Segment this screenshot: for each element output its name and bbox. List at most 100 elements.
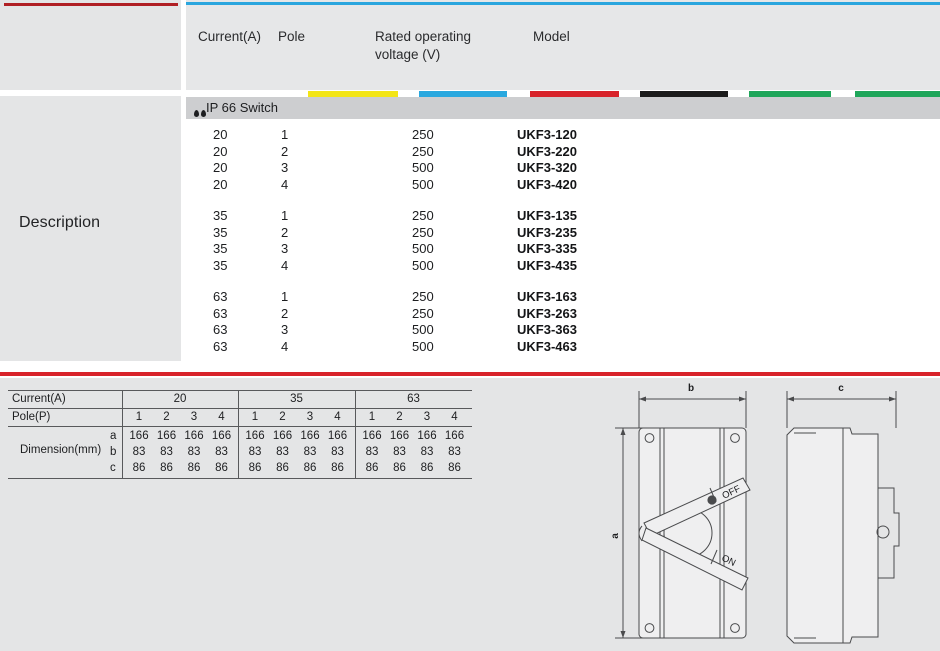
cell-model: UKF3-235 bbox=[517, 224, 577, 240]
dim-value-c-63-1: 86 bbox=[365, 462, 379, 474]
dim-value-a-35-1: 166 bbox=[245, 430, 265, 442]
dim-group-20: 20 bbox=[173, 393, 187, 405]
table-row: 35 1 250 UKF3-135 bbox=[0, 208, 940, 225]
cell-voltage: 500 bbox=[412, 241, 434, 256]
ip66-group-label: IP 66 Switch bbox=[206, 100, 279, 115]
dim-value-b-63-4: 83 bbox=[448, 446, 461, 458]
product-spec-page: Description Current(A) Pole Rated operat… bbox=[0, 0, 940, 651]
side-view-width-label: c bbox=[838, 383, 844, 394]
dim-value-a-35-4: 166 bbox=[327, 430, 348, 442]
cell-current: 63 bbox=[213, 289, 228, 304]
table-row: 63 1 250 UKF3-163 bbox=[0, 289, 940, 306]
cell-current: 63 bbox=[213, 338, 228, 354]
dim-group-63: 63 bbox=[407, 393, 420, 405]
dim-label-pole: Pole(P) bbox=[12, 411, 51, 423]
cell-pole: 4 bbox=[281, 176, 289, 192]
dim-hrule-1 bbox=[8, 408, 472, 409]
dim-pole-35-2: 2 bbox=[279, 411, 286, 423]
cell-pole: 1 bbox=[281, 289, 289, 304]
cell-current: 35 bbox=[213, 241, 228, 256]
dim-value-c-63-2: 86 bbox=[393, 462, 406, 474]
dim-group-35: 35 bbox=[290, 393, 303, 405]
cell-voltage: 250 bbox=[412, 289, 434, 304]
dim-pole-63-2: 2 bbox=[396, 411, 403, 423]
cell-pole: 2 bbox=[281, 224, 289, 240]
dim-value-c-35-3: 86 bbox=[303, 462, 317, 474]
dim-label-dimension: Dimension(mm) bbox=[20, 444, 102, 456]
dim-hrule-0 bbox=[8, 390, 472, 391]
dim-key-c: c bbox=[110, 462, 116, 474]
cell-current: 20 bbox=[213, 127, 228, 142]
table-row: 20 4 500 UKF3-420 bbox=[0, 177, 940, 194]
dim-value-c-35-4: 86 bbox=[331, 462, 344, 474]
column-header-rated-voltage-line1: Rated operating bbox=[375, 29, 472, 44]
cell-voltage: 250 bbox=[412, 143, 434, 159]
dim-value-b-35-4: 83 bbox=[331, 446, 344, 458]
dim-value-a-63-1: 166 bbox=[362, 430, 382, 442]
cell-current: 63 bbox=[213, 322, 228, 337]
dim-value-a-63-2: 166 bbox=[389, 430, 410, 442]
dim-value-a-20-3: 166 bbox=[184, 430, 204, 442]
dim-value-a-20-4: 166 bbox=[211, 430, 232, 442]
side-view-drawing: c bbox=[772, 378, 940, 651]
cell-pole: 2 bbox=[281, 143, 289, 159]
front-view-drawing: b a OFF ON bbox=[598, 378, 778, 651]
dim-pole-63-3: 3 bbox=[423, 411, 431, 423]
dim-label-current: Current(A) bbox=[12, 393, 66, 405]
cell-current: 35 bbox=[213, 224, 228, 240]
table-row: 20 1 250 UKF3-120 bbox=[0, 127, 940, 144]
dim-pole-20-3: 3 bbox=[190, 411, 198, 423]
dim-hrule-3 bbox=[8, 478, 472, 479]
cell-model: UKF3-420 bbox=[517, 176, 577, 192]
cell-current: 35 bbox=[213, 257, 228, 273]
front-view-height-label: a bbox=[610, 533, 621, 539]
cell-current: 20 bbox=[213, 160, 228, 175]
column-header-current: Current(A) bbox=[198, 29, 262, 44]
cell-voltage: 250 bbox=[412, 208, 434, 223]
cell-model: UKF3-335 bbox=[517, 241, 577, 256]
cell-model: UKF3-120 bbox=[517, 127, 577, 142]
dim-pole-35-3: 3 bbox=[306, 411, 314, 423]
dim-pole-35-4: 4 bbox=[334, 411, 341, 423]
cell-pole: 4 bbox=[281, 257, 289, 273]
dim-value-b-35-2: 83 bbox=[276, 446, 289, 458]
cell-current: 20 bbox=[213, 176, 228, 192]
cell-model: UKF3-263 bbox=[517, 305, 577, 321]
table-row: 20 3 500 UKF3-320 bbox=[0, 160, 940, 177]
cell-pole: 1 bbox=[281, 127, 289, 142]
column-header-rated-voltage: Rated operating voltage (V) bbox=[375, 28, 471, 64]
dim-pole-63-4: 4 bbox=[451, 411, 458, 423]
dim-value-a-35-3: 166 bbox=[300, 430, 320, 442]
cell-model: UKF3-435 bbox=[517, 257, 577, 273]
dim-pole-35-1: 1 bbox=[251, 411, 259, 423]
dim-value-b-63-3: 83 bbox=[420, 446, 434, 458]
cell-voltage: 250 bbox=[412, 305, 434, 321]
red-accent-line-top-left bbox=[4, 3, 178, 6]
dim-value-b-35-1: 83 bbox=[248, 446, 262, 458]
cell-voltage: 500 bbox=[412, 176, 434, 192]
cell-pole: 3 bbox=[281, 322, 289, 337]
cell-model: UKF3-363 bbox=[517, 322, 577, 337]
cell-voltage: 500 bbox=[412, 257, 434, 273]
dim-value-a-63-3: 166 bbox=[417, 430, 437, 442]
dim-value-b-63-1: 83 bbox=[365, 446, 379, 458]
dim-value-a-63-4: 166 bbox=[444, 430, 465, 442]
cell-pole: 3 bbox=[281, 241, 289, 256]
cell-current: 35 bbox=[213, 208, 228, 223]
dim-value-c-35-2: 86 bbox=[276, 462, 289, 474]
cell-current: 63 bbox=[213, 305, 228, 321]
cell-model: UKF3-463 bbox=[517, 338, 577, 354]
cell-model: UKF3-163 bbox=[517, 289, 577, 304]
column-header-pole: Pole bbox=[278, 29, 306, 44]
blue-accent-line-top bbox=[186, 2, 940, 5]
dim-value-c-63-4: 86 bbox=[448, 462, 461, 474]
dim-value-a-20-1: 166 bbox=[129, 430, 149, 442]
dim-vrule-1 bbox=[238, 390, 239, 478]
column-header-model: Model bbox=[533, 29, 570, 44]
dim-value-c-20-4: 86 bbox=[215, 462, 228, 474]
dim-hrule-2 bbox=[8, 426, 472, 427]
dim-value-b-35-3: 83 bbox=[303, 446, 317, 458]
cell-model: UKF3-320 bbox=[517, 160, 577, 175]
dim-value-b-63-2: 83 bbox=[393, 446, 406, 458]
dim-pole-20-4: 4 bbox=[218, 411, 225, 423]
